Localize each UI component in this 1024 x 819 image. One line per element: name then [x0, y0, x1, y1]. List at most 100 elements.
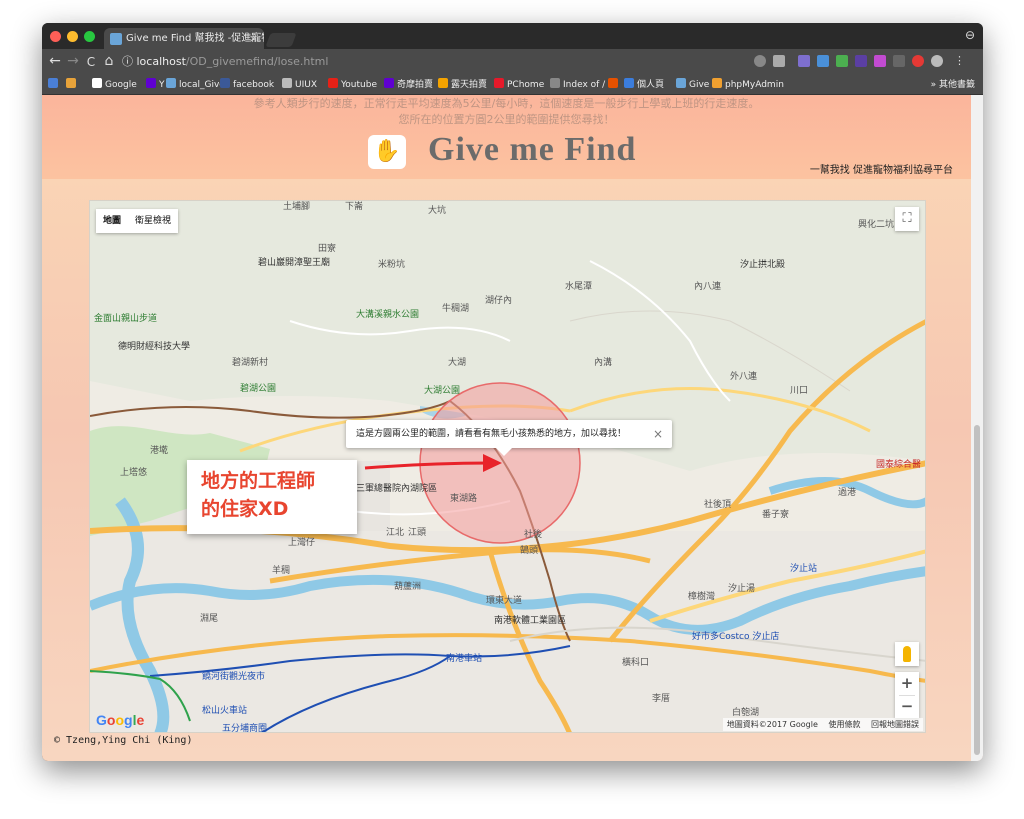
bookmark-label: UIUX	[295, 80, 317, 90]
place-label: 汐止站	[790, 562, 817, 574]
home-icon[interactable]: ⌂	[100, 53, 118, 69]
back-icon[interactable]: ←	[46, 53, 64, 69]
forward-icon[interactable]: →	[64, 53, 82, 69]
bookmark-item[interactable]: Google	[92, 78, 137, 92]
speed-hint-text: 參考人類步行的速度，正常行走平均速度為5公里/每小時，這個速度是一般步行上學或上…	[253, 97, 760, 110]
page-scrollbar[interactable]	[971, 95, 983, 761]
bookmark-favicon-icon	[146, 78, 156, 88]
report-error-link[interactable]: 回報地圖錯誤	[871, 720, 919, 729]
map-type-satellite[interactable]: 衛星檢視	[128, 209, 178, 233]
place-label: 川口	[790, 386, 808, 396]
bookmark-item[interactable]: UIUX	[282, 78, 317, 92]
bookmark-label: Give	[689, 80, 710, 90]
place-label: 羊稠	[272, 564, 290, 576]
star-icon[interactable]	[773, 55, 785, 67]
paw-hand-icon: ✋	[368, 135, 406, 169]
fullscreen-icon[interactable]: ⛶	[895, 207, 919, 231]
place-label: 李厝	[652, 692, 670, 704]
reload-icon[interactable]: C	[82, 55, 100, 69]
other-bookmarks[interactable]: » 其他書籤	[931, 78, 975, 92]
place-label: 淵尾	[200, 613, 218, 624]
browser-tab[interactable]: Give me Find 幫我找 -促進寵物 ×	[104, 28, 264, 50]
zoom-in-button[interactable]: +	[895, 672, 919, 695]
extension-icon[interactable]	[855, 55, 867, 67]
place-label: 汐止拱北殿	[740, 258, 785, 270]
bookmark-item[interactable]: 露天拍賣	[438, 78, 487, 92]
zoom-out-button[interactable]: −	[895, 695, 919, 718]
bookmark-favicon-icon	[48, 78, 58, 88]
place-label: 外八連	[730, 370, 757, 382]
site-info-icon[interactable]: ⓘ	[122, 55, 133, 68]
location-icon[interactable]	[754, 55, 766, 67]
bookmark-item[interactable]: PChome	[494, 78, 544, 92]
bookmark-item[interactable]: 奇摩拍賣	[384, 78, 433, 92]
bookmark-favicon-icon	[712, 78, 722, 88]
place-label: 饒河街觀光夜市	[202, 670, 265, 682]
bookmark-item[interactable]	[66, 78, 79, 92]
place-label: 三軍總醫院內湖院區	[356, 482, 437, 494]
bookmark-item[interactable]: Index of /	[550, 78, 605, 92]
bookmark-item[interactable]: facebook	[220, 78, 274, 92]
bookmark-item[interactable]	[608, 78, 621, 92]
close-window-button[interactable]	[50, 31, 61, 42]
extension-icon[interactable]	[931, 55, 943, 67]
tab-close-icon[interactable]: ×	[249, 28, 258, 50]
new-tab-button[interactable]	[265, 33, 297, 47]
street-view-pegman-icon[interactable]	[895, 642, 919, 666]
place-label: 過港	[838, 486, 856, 498]
address-bar[interactable]: ⓘ localhost/OD_givemefind/lose.html	[118, 52, 818, 72]
bookmarks-bar: Google Ylocal_Give facebook UIUX Youtube 奇摩拍賣…	[42, 75, 983, 95]
map-type-control: 地圖 衛星檢視	[96, 209, 179, 233]
bookmark-item[interactable]: Y	[146, 78, 165, 92]
menu-icon[interactable]: ⋮	[954, 54, 966, 67]
info-window-close-icon[interactable]: ×	[653, 420, 663, 448]
bookmark-label: Youtube	[341, 80, 377, 90]
tab-title: Give me Find 幫我找 -促進寵物	[126, 33, 264, 44]
place-label: 橫科口	[622, 656, 649, 668]
bookmark-favicon-icon	[220, 78, 230, 88]
site-title[interactable]: Give me Find	[428, 131, 636, 169]
extension-icon[interactable]	[798, 55, 810, 67]
extension-icon[interactable]	[912, 55, 924, 67]
bookmark-item[interactable]: Youtube	[328, 78, 377, 92]
bookmark-favicon-icon	[676, 78, 686, 88]
place-label: 碧湖公園	[240, 382, 276, 394]
extension-icon[interactable]	[836, 55, 848, 67]
google-map[interactable]: 土埔腳 下崙 大坑 興化二坑 田寮 碧山巖開漳聖王廟 米粉坑 汐止拱北殿 水尾潭…	[89, 200, 926, 733]
google-logo[interactable]: Google	[96, 712, 144, 728]
scrollbar-thumb[interactable]	[974, 425, 980, 755]
bookmark-favicon-icon	[92, 78, 102, 88]
place-label: 白匏湖	[732, 706, 759, 718]
place-label: 內八連	[694, 280, 721, 292]
place-label: 下崙	[345, 201, 363, 212]
range-hint-text: 您所在的位置方圓2公里的範圍提供您尋找！	[398, 113, 615, 126]
bookmark-item[interactable]: Give	[676, 78, 709, 92]
place-label: 上塔悠	[120, 466, 147, 478]
extension-icon[interactable]	[874, 55, 886, 67]
terms-link[interactable]: 使用條款	[828, 720, 860, 729]
place-label: 興化二坑	[858, 218, 894, 230]
bookmark-label: 個人頁	[637, 80, 665, 90]
minimize-window-button[interactable]	[67, 31, 78, 42]
map-type-roadmap[interactable]: 地圖	[96, 209, 128, 233]
place-label: 港墘	[150, 444, 168, 456]
map-info-window: 這是方圓兩公里的範圍，請看看有無毛小孩熟悉的地方，加以尋找！ ×	[346, 420, 672, 456]
bookmark-item[interactable]: phpMyAdmin	[712, 78, 784, 92]
extension-icon[interactable]	[893, 55, 905, 67]
place-label: 大溝溪親水公園	[356, 308, 419, 320]
zoom-control: + −	[895, 672, 919, 718]
bookmark-label: Index of /	[563, 80, 606, 90]
bookmark-item[interactable]: local_Give	[166, 78, 225, 92]
place-label: 大湖公園	[424, 384, 460, 396]
navigation-bar: ← → C ⌂ ⓘ localhost/OD_givemefind/lose.h…	[42, 49, 983, 75]
place-label: 米粉坑	[378, 258, 405, 270]
bookmark-favicon-icon	[608, 78, 618, 88]
bookmark-label: 露天拍賣	[451, 80, 488, 90]
maximize-window-button[interactable]	[84, 31, 95, 42]
bookmark-item[interactable]	[48, 78, 61, 92]
extension-icon[interactable]	[817, 55, 829, 67]
place-label: 汐止湯	[728, 582, 755, 594]
bookmark-favicon-icon	[282, 78, 292, 88]
bookmark-item[interactable]: 個人頁	[624, 78, 664, 92]
bookmark-favicon-icon	[166, 78, 176, 88]
